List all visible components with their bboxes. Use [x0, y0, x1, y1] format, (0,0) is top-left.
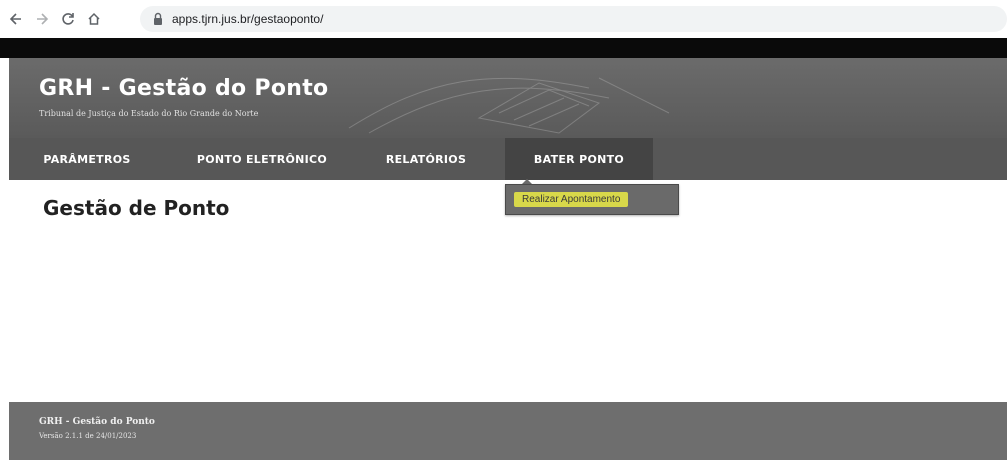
- address-bar[interactable]: apps.tjrn.jus.br/gestaoponto/: [140, 6, 1007, 32]
- app-title[interactable]: GRH - Gestão do Ponto: [39, 76, 328, 101]
- menu-item-ponto-eletronico[interactable]: PONTO ELETRÔNICO: [177, 138, 347, 180]
- main-menu: PARÂMETROS PONTO ELETRÔNICO RELATÓRIOS B…: [9, 138, 1007, 180]
- header-decorative-image: [348, 77, 670, 134]
- menu-item-realizar-apontamento[interactable]: Realizar Apontamento: [514, 192, 629, 207]
- lock-icon[interactable]: [152, 12, 164, 26]
- arrow-left-icon[interactable]: [6, 9, 26, 29]
- url-text: apps.tjrn.jus.br/gestaoponto/: [172, 12, 324, 26]
- footer-title: GRH - Gestão do Ponto: [39, 417, 155, 427]
- app-subtitle: Tribunal de Justiça do Estado do Rio Gra…: [39, 109, 259, 118]
- menu-item-bater-ponto[interactable]: BATER PONTO: [505, 138, 653, 180]
- arrow-right-icon[interactable]: [32, 9, 52, 29]
- top-band: [0, 38, 1007, 58]
- menu-item-parametros[interactable]: PARÂMETROS: [27, 138, 147, 180]
- page-title: Gestão de Ponto: [43, 196, 230, 220]
- menu-item-relatorios[interactable]: RELATÓRIOS: [371, 138, 481, 180]
- footer: GRH - Gestão do Ponto Versão 2.1.1 de 24…: [9, 402, 1007, 460]
- menu-item-label: PARÂMETROS: [43, 152, 131, 166]
- reload-icon[interactable]: [58, 9, 78, 29]
- home-icon[interactable]: [84, 9, 104, 29]
- menu-item-label: PONTO ELETRÔNICO: [196, 152, 328, 166]
- bater-ponto-dropdown: Realizar Apontamento: [505, 184, 679, 215]
- browser-toolbar: apps.tjrn.jus.br/gestaoponto/: [0, 0, 1007, 38]
- app-header: GRH - Gestão do Ponto Tribunal de Justiç…: [9, 58, 1007, 138]
- menu-item-label: RELATÓRIOS: [385, 152, 467, 166]
- footer-version: Versão 2.1.1 de 24/01/2023: [39, 432, 137, 440]
- menu-item-label: BATER PONTO: [533, 152, 625, 166]
